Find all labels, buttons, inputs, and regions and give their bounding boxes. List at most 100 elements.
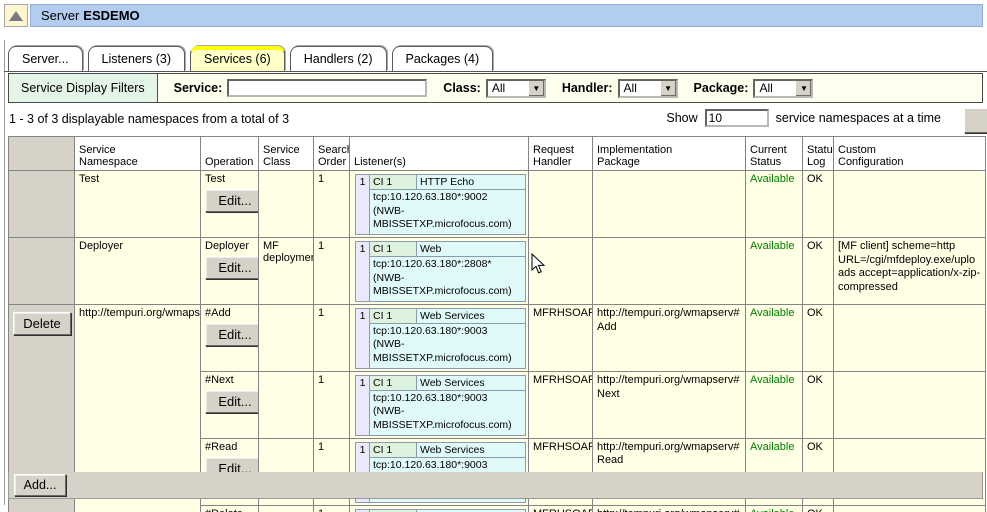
delete-button[interactable]: Delete: [13, 312, 71, 335]
edit-button[interactable]: Edit...: [205, 390, 259, 413]
listener-address: tcp:10.120.63.180*:9003: [373, 392, 523, 406]
page-frame-line: [4, 40, 5, 505]
tab-handlers[interactable]: Handlers (2): [290, 46, 387, 71]
edit-button[interactable]: Edit...: [205, 323, 259, 346]
col-header-current-status: Current Status: [746, 137, 803, 171]
add-button[interactable]: Add...: [14, 474, 66, 496]
handler-filter-value: All: [624, 81, 637, 95]
listener-box: 1 CI 1 Web Services tcp:10.120.63.180*:9…: [355, 375, 526, 436]
listener-conversation: CI 1: [370, 375, 417, 390]
col-header-implementation-package: Implementation Package: [593, 137, 746, 171]
search-order-cell: 1: [314, 171, 350, 238]
tab-bar: Server... Listeners (3) Services (6) Han…: [8, 44, 498, 71]
current-status-cell: Available: [746, 371, 803, 438]
status-log-cell: OK: [803, 304, 834, 371]
table-row-deployer: Deployer Deployer Edit... MF deployment …: [9, 237, 986, 304]
handler-filter-select[interactable]: All ▼: [618, 79, 678, 98]
listener-address: tcp:10.120.63.180*:9003: [373, 459, 523, 473]
package-filter-select[interactable]: All ▼: [753, 79, 813, 98]
tab-packages[interactable]: Packages (4): [392, 46, 494, 71]
status-log-cell: OK: [803, 237, 834, 304]
col-header-namespace: Service Namespace: [75, 137, 201, 171]
listener-number: 1: [356, 241, 370, 301]
col-header-custom-configuration: Custom Configuration: [834, 137, 986, 171]
triangle-up-icon: [9, 11, 23, 21]
listener-conversation: CI 1: [370, 175, 417, 190]
class-filter-value: All: [492, 81, 505, 95]
tab-server[interactable]: Server...: [8, 46, 83, 71]
collapse-button[interactable]: [4, 4, 28, 27]
filter-title: Service Display Filters: [9, 74, 158, 102]
listener-cell: 1 CI 1 Web Services tcp:10.120.63.180*:9…: [350, 304, 529, 371]
implementation-package-cell: http://tempuri.org/wmapserv#Next: [593, 371, 746, 438]
listener-host: (NWB-MBISSETXP.microfocus.com): [373, 338, 523, 365]
chevron-down-icon[interactable]: ▼: [660, 81, 676, 96]
show-suffix-label: service namespaces at a time: [776, 111, 941, 125]
listener-name: HTTP Echo: [417, 175, 526, 190]
edit-button[interactable]: Edit...: [205, 256, 259, 279]
package-filter-label: Package:: [694, 81, 749, 95]
implementation-package-cell: http://tempuri.org/wmapserv#Delete: [593, 505, 746, 512]
current-status-cell: Available: [746, 505, 803, 512]
operation-name: #Read: [205, 441, 254, 453]
operation-name: Deployer: [205, 240, 254, 252]
listener-endpoint: tcp:10.120.63.180*:2808* (NWB-MBISSETXP.…: [370, 256, 526, 301]
listener-endpoint: tcp:10.120.63.180*:9003 (NWB-MBISSETXP.m…: [370, 390, 526, 435]
request-handler-cell: [529, 237, 593, 304]
col-header-action: [9, 137, 75, 171]
class-filter-label: Class:: [443, 81, 481, 95]
current-status-cell: Available: [746, 304, 803, 371]
operation-name: #Delete: [205, 508, 254, 512]
services-table: Service Namespace Operation Service Clas…: [8, 136, 986, 512]
operation-cell: #Next Edit...: [201, 371, 259, 438]
listener-host: (NWB-MBISSETXP.microfocus.com): [373, 405, 523, 432]
listener-box: 1 CI 1 Web tcp:10.120.63.180*:2808* (NWB…: [355, 241, 526, 302]
listener-name: Web Services: [417, 375, 526, 390]
status-log-cell: OK: [803, 171, 834, 238]
namespace-cell: Deployer: [75, 237, 201, 304]
server-name: ESDEMO: [83, 8, 139, 23]
handler-filter-label: Handler:: [562, 81, 613, 95]
action-cell: [9, 237, 75, 304]
edge-cutoff-button[interactable]: [964, 108, 987, 133]
edit-button[interactable]: Edit...: [205, 189, 259, 212]
show-count-input[interactable]: [705, 109, 769, 127]
service-class-cell: [259, 371, 314, 438]
listener-name: Web: [417, 241, 526, 256]
search-order-cell: 1: [314, 304, 350, 371]
implementation-package-cell: [593, 171, 746, 238]
tab-services[interactable]: Services (6): [190, 46, 285, 71]
tab-listeners[interactable]: Listeners (3): [88, 46, 185, 71]
pagination-row: 1 - 3 of 3 displayable namespaces from a…: [8, 103, 983, 135]
class-filter-select[interactable]: All ▼: [486, 79, 546, 98]
implementation-package-cell: [593, 237, 746, 304]
namespace-cell: Test: [75, 171, 201, 238]
listener-cell: 1 CI 1 Web Services tcp:10.120.63.180*:9…: [350, 371, 529, 438]
chevron-down-icon[interactable]: ▼: [528, 81, 544, 96]
listener-cell: 1 CI 1 Web tcp:10.120.63.180*:2808* (NWB…: [350, 237, 529, 304]
operation-cell: Test Edit...: [201, 171, 259, 238]
listener-address: tcp:10.120.63.180*:9002: [373, 191, 523, 205]
custom-config-cell: [834, 304, 986, 371]
search-order-cell: 1: [314, 237, 350, 304]
filter-bar: Service Display Filters Service: Class: …: [8, 73, 983, 103]
col-header-search-order: Search Order: [314, 137, 350, 171]
status-log-cell: OK: [803, 371, 834, 438]
package-filter-value: All: [759, 81, 772, 95]
service-filter-input[interactable]: [227, 79, 427, 97]
listener-address: tcp:10.120.63.180*:9003: [373, 325, 523, 339]
listener-name: Web Services: [417, 308, 526, 323]
operation-cell: #Add Edit...: [201, 304, 259, 371]
custom-config-cell: [834, 371, 986, 438]
listener-conversation: CI 1: [370, 308, 417, 323]
chevron-down-icon[interactable]: ▼: [795, 81, 811, 96]
listener-endpoint: tcp:10.120.63.180*:9002 (NWB-MBISSETXP.m…: [370, 190, 526, 235]
status-log-cell: OK: [803, 505, 834, 512]
listener-cell: 1 CI 1 HTTP Echo tcp:10.120.63.180*:9002…: [350, 171, 529, 238]
request-handler-cell: MFRHSOAP: [529, 304, 593, 371]
request-handler-cell: MFRHSOAP: [529, 505, 593, 512]
listener-endpoint: tcp:10.120.63.180*:9003 (NWB-MBISSETXP.m…: [370, 323, 526, 368]
listener-host: (NWB-MBISSETXP.microfocus.com): [373, 205, 523, 232]
listener-host: (NWB-MBISSETXP.microfocus.com): [373, 272, 523, 299]
listener-number: 1: [356, 175, 370, 235]
